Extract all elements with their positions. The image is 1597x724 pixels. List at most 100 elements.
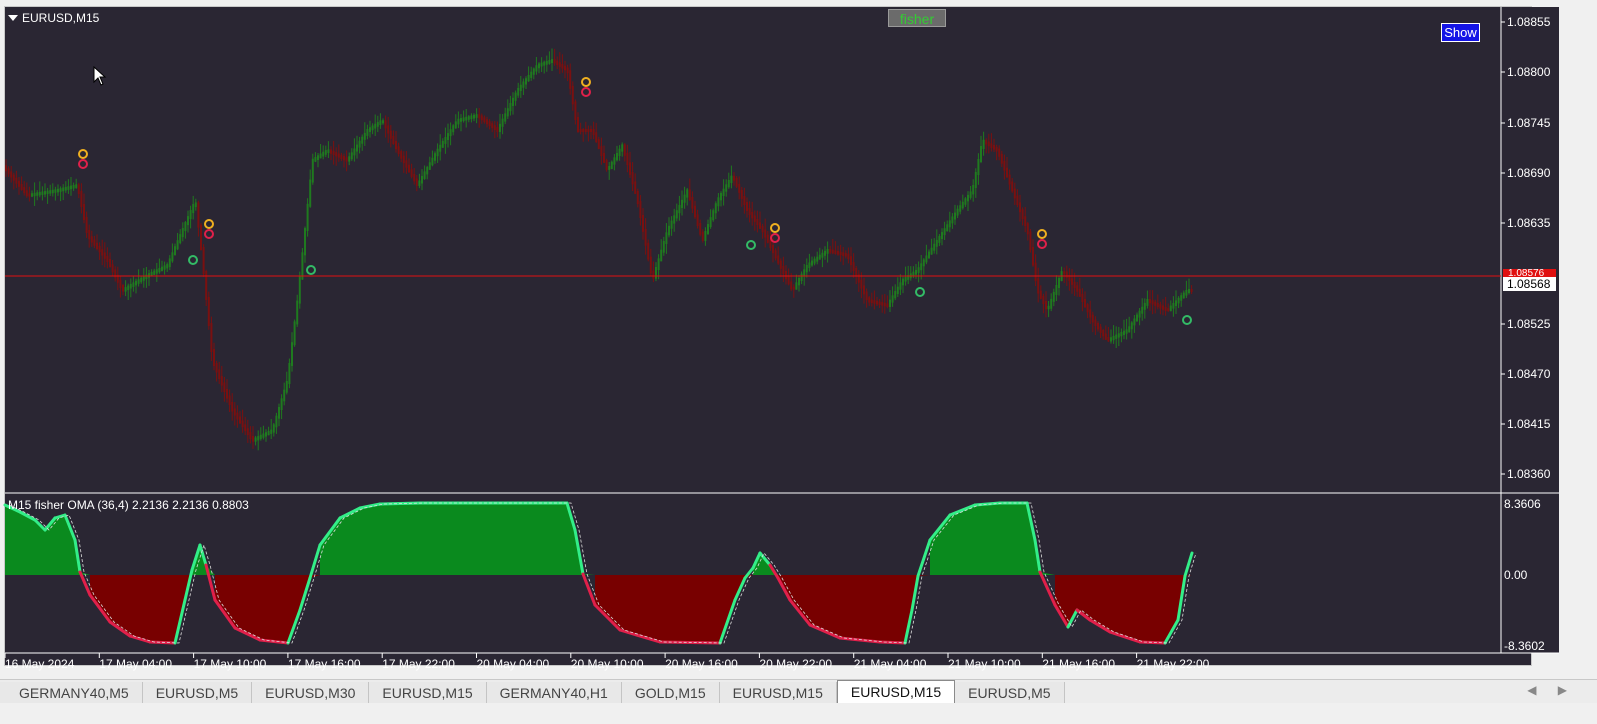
tab-scroll-controls: ◀ ▶ <box>1509 683 1567 697</box>
candle-body <box>257 436 260 441</box>
candle-body <box>478 114 481 119</box>
candle-body <box>1169 305 1172 312</box>
collapse-triangle-icon[interactable] <box>8 15 18 21</box>
candle-body <box>189 210 192 220</box>
chart-tab[interactable]: GOLD,M15 <box>621 682 720 704</box>
fisher-button[interactable]: fisher <box>888 9 946 27</box>
candle-body <box>444 137 447 144</box>
candle-body <box>878 301 881 306</box>
candle-body <box>1089 309 1092 318</box>
candle-body <box>31 193 33 197</box>
chart-tab[interactable]: EURUSD,M15 <box>836 680 956 704</box>
candle-body <box>161 266 163 271</box>
candle-body <box>1081 293 1084 302</box>
candle-body <box>746 202 748 212</box>
candle-body <box>592 129 595 136</box>
candle-body <box>304 228 306 256</box>
candle-body <box>1052 291 1055 302</box>
candle-body <box>808 262 811 268</box>
scroll-left-icon[interactable]: ◀ <box>1527 683 1536 697</box>
candle-body <box>855 267 858 277</box>
chart-tab[interactable]: EURUSD,M5 <box>955 682 1065 704</box>
candle-body <box>530 71 533 78</box>
candle-body <box>673 215 676 224</box>
candle-body <box>701 231 704 241</box>
candle-body <box>332 150 335 156</box>
chart-tab[interactable]: EURUSD,M5 <box>142 682 253 704</box>
candle-body <box>72 184 75 189</box>
candle-body <box>714 203 717 214</box>
candle-body <box>184 222 187 232</box>
candle-body <box>1190 289 1193 292</box>
candle-body <box>621 144 624 152</box>
candle-body <box>340 154 343 159</box>
candle-body <box>452 125 455 133</box>
chart-tab[interactable]: EURUSD,M30 <box>252 682 370 704</box>
chart-canvas[interactable]: 1.08576 1.08568 1.088551.088001.087451.0… <box>0 0 1597 680</box>
scroll-right-icon[interactable]: ▶ <box>1558 683 1567 697</box>
candle-body <box>213 349 215 366</box>
candle-body <box>119 279 122 288</box>
candle-body <box>1078 288 1081 297</box>
candle-body <box>64 186 67 191</box>
candle-body <box>1097 323 1099 330</box>
candle-body <box>187 216 189 226</box>
candle-body <box>1065 271 1068 278</box>
candle-body <box>980 146 982 162</box>
candle-body <box>543 61 546 66</box>
candle-body <box>348 156 351 162</box>
candle-body <box>517 88 520 96</box>
candle-body <box>538 63 540 69</box>
candle-body <box>480 115 483 121</box>
candle-body <box>278 407 280 419</box>
candle-body <box>1180 295 1183 301</box>
candle-body <box>350 152 353 160</box>
candle-body <box>1188 289 1190 293</box>
candle-body <box>10 171 13 178</box>
candle-body <box>725 184 728 192</box>
chart-tab[interactable]: EURUSD,M15 <box>369 682 487 704</box>
candle-body <box>205 271 208 300</box>
candle-body <box>392 135 395 144</box>
candle-body <box>915 269 917 275</box>
candle-body <box>1000 153 1003 164</box>
candle-body <box>904 276 907 282</box>
trading-terminal: 1.08576 1.08568 1.08855 1.08800 1.08745 1.0… <box>0 0 1597 724</box>
indicator-tick-label: 0.00 <box>1504 568 1528 582</box>
candle-body <box>449 129 452 137</box>
candle-body <box>600 146 603 156</box>
candle-body <box>1032 247 1034 266</box>
candle-body <box>197 202 200 228</box>
candle-body <box>605 159 608 170</box>
candle-body <box>376 122 379 127</box>
candle-body <box>413 173 416 182</box>
time-label: 17 May 16:00 <box>288 657 361 671</box>
chart-tab[interactable]: GERMANY40,M5 <box>0 682 143 704</box>
candle-body <box>652 270 655 279</box>
candle-body <box>694 205 696 218</box>
candle-body <box>603 153 605 163</box>
candle-body <box>1094 319 1097 326</box>
candle-body <box>974 172 977 188</box>
candle-body <box>660 249 663 262</box>
candle-body <box>1076 285 1079 292</box>
candle-body <box>124 287 127 292</box>
show-button[interactable]: Show <box>1441 23 1480 42</box>
candle-body <box>389 130 392 139</box>
candle-body <box>470 115 473 120</box>
candle-body <box>75 184 78 188</box>
candle-body <box>1058 278 1060 288</box>
candle-body <box>1151 300 1154 305</box>
time-label: 21 May 10:00 <box>948 657 1021 671</box>
time-label: 21 May 04:00 <box>854 657 927 671</box>
candle-body <box>777 255 780 264</box>
candle-body <box>626 152 629 166</box>
candle-body <box>540 62 543 67</box>
chart-tab[interactable]: EURUSD,M15 <box>719 682 837 704</box>
chart-tab[interactable]: GERMANY40,H1 <box>486 682 622 704</box>
candle-body <box>850 256 852 266</box>
candle-body <box>353 148 356 156</box>
candle-body <box>267 430 270 436</box>
candle-body <box>1107 336 1110 342</box>
candle-body <box>280 398 283 410</box>
